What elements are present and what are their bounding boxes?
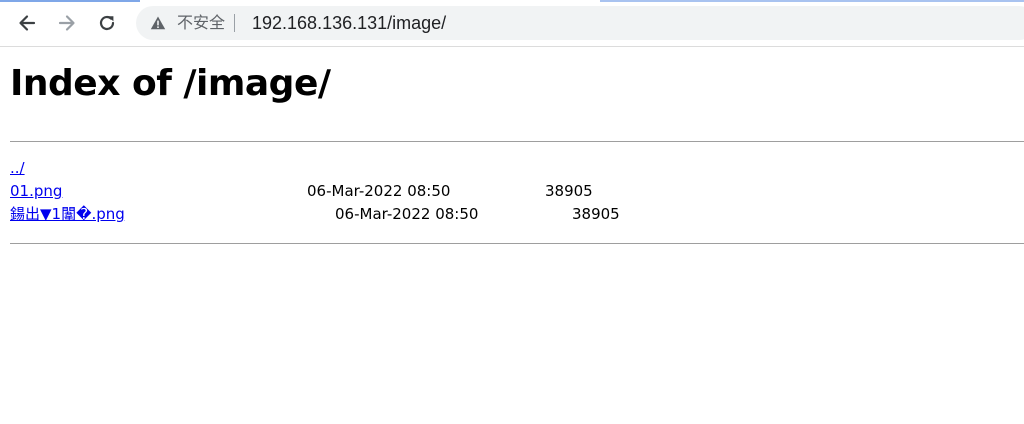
parent-directory-link[interactable]: ../ [10,157,25,180]
back-button[interactable] [13,9,41,37]
address-bar[interactable]: 不安全 192.168.136.131/image/ [136,6,1024,40]
url-text[interactable]: 192.168.136.131/image/ [252,12,446,34]
file-size: 38905 [545,182,593,200]
list-item: ../ [10,157,1010,180]
warning-triangle-icon[interactable] [150,15,166,31]
reload-icon [99,15,115,31]
browser-toolbar: 不安全 192.168.136.131/image/ [0,0,1024,47]
file-date: 06-Mar-2022 08:50 [335,205,479,223]
divider-bottom [10,243,1024,244]
list-item: 01.png 06-Mar-2022 08:50 38905 [10,180,1010,203]
page-title: Index of /image/ [10,63,331,104]
security-status-label[interactable]: 不安全 [177,13,225,33]
forward-button[interactable] [53,9,81,37]
file-link[interactable]: 01.png [10,180,62,203]
file-size: 38905 [572,205,620,223]
omnibox-divider [234,14,235,32]
arrow-right-icon [58,15,75,31]
list-item: 鍚出▼1闈�.png 06-Mar-2022 08:50 38905 [10,203,1010,226]
file-listing: ../ 01.png 06-Mar-2022 08:50 38905 鍚出▼1闈… [10,157,1010,226]
tab-strip-edge [0,0,1024,2]
reload-button[interactable] [93,9,121,37]
arrow-left-icon [19,15,36,31]
file-date: 06-Mar-2022 08:50 [307,182,451,200]
file-link[interactable]: 鍚出▼1闈�.png [10,203,125,226]
divider-top [10,141,1024,142]
